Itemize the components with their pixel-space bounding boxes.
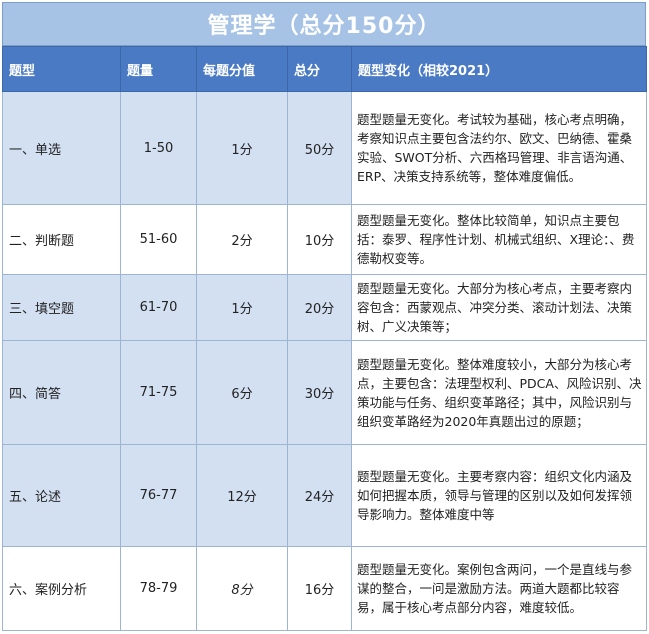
row-note: 题型题量无变化。整体难度较小，大部分为核心考点，主要包含：法理型权利、PDCA、… — [351, 340, 647, 445]
row-total: 20分 — [287, 274, 352, 341]
table-row: 四、简答 71-75 6分 30分 题型题量无变化。整体难度较小，大部分为核心考… — [2, 340, 647, 445]
row-type: 四、简答 — [2, 340, 121, 445]
row-score: 6分 — [196, 340, 288, 445]
table-title: 管理学（总分150分） — [2, 2, 646, 46]
row-total: 24分 — [287, 444, 352, 547]
row-type: 一、单选 — [2, 91, 121, 205]
score-table-container: 管理学（总分150分） 题型 题量 每题分值 总分 题型变化（相较2021） 一… — [2, 2, 647, 631]
table-row: 五、论述 76-77 12分 24分 题型题量无变化。主要考察内容：组织文化内涵… — [2, 444, 647, 547]
row-score: 2分 — [196, 204, 288, 275]
row-note: 题型题量无变化。整体比较简单，知识点主要包括：泰罗、程序性计划、机械式组织、X理… — [351, 204, 647, 275]
table-row: 三、填空题 61-70 1分 20分 题型题量无变化。大部分为核心考点，主要考察… — [2, 274, 647, 341]
header-score: 每题分值 — [196, 46, 288, 92]
row-total: 10分 — [287, 204, 352, 275]
row-total: 16分 — [287, 546, 352, 631]
row-range: 78-79 — [120, 546, 197, 631]
row-range: 1-50 — [120, 91, 197, 205]
row-type: 六、案例分析 — [2, 546, 121, 631]
row-range: 71-75 — [120, 340, 197, 445]
table-row: 一、单选 1-50 1分 50分 题型题量无变化。考试较为基础，核心考点明确，考… — [2, 91, 647, 205]
row-note: 题型题量无变化。主要考察内容：组织文化内涵及如何把握本质，领导与管理的区别以及如… — [351, 444, 647, 547]
header-count: 题量 — [120, 46, 197, 92]
row-total: 30分 — [287, 340, 352, 445]
row-range: 51-60 — [120, 204, 197, 275]
row-score: 8分 — [196, 546, 288, 631]
table-row: 六、案例分析 78-79 8分 16分 题型题量无变化。案例包含两问，一个是直线… — [2, 546, 647, 631]
row-type: 二、判断题 — [2, 204, 121, 275]
header-type: 题型 — [2, 46, 121, 92]
row-score: 1分 — [196, 91, 288, 205]
exam-structure-table: 题型 题量 每题分值 总分 题型变化（相较2021） 一、单选 1-50 1分 … — [2, 46, 647, 631]
row-range: 61-70 — [120, 274, 197, 341]
row-type: 三、填空题 — [2, 274, 121, 341]
row-range: 76-77 — [120, 444, 197, 547]
row-score: 12分 — [196, 444, 288, 547]
row-note: 题型题量无变化。考试较为基础，核心考点明确，考察知识点主要包含法约尔、欧文、巴纳… — [351, 91, 647, 205]
header-row: 题型 题量 每题分值 总分 题型变化（相较2021） — [2, 46, 647, 92]
row-type: 五、论述 — [2, 444, 121, 547]
row-note: 题型题量无变化。大部分为核心考点，主要考察内容包含：西蒙观点、冲突分类、滚动计划… — [351, 274, 647, 341]
row-total: 50分 — [287, 91, 352, 205]
table-row: 二、判断题 51-60 2分 10分 题型题量无变化。整体比较简单，知识点主要包… — [2, 204, 647, 275]
row-note: 题型题量无变化。案例包含两问，一个是直线与参谋的整合，一问是激励方法。两道大题都… — [351, 546, 647, 631]
header-change: 题型变化（相较2021） — [351, 46, 647, 92]
row-score: 1分 — [196, 274, 288, 341]
header-total: 总分 — [287, 46, 352, 92]
